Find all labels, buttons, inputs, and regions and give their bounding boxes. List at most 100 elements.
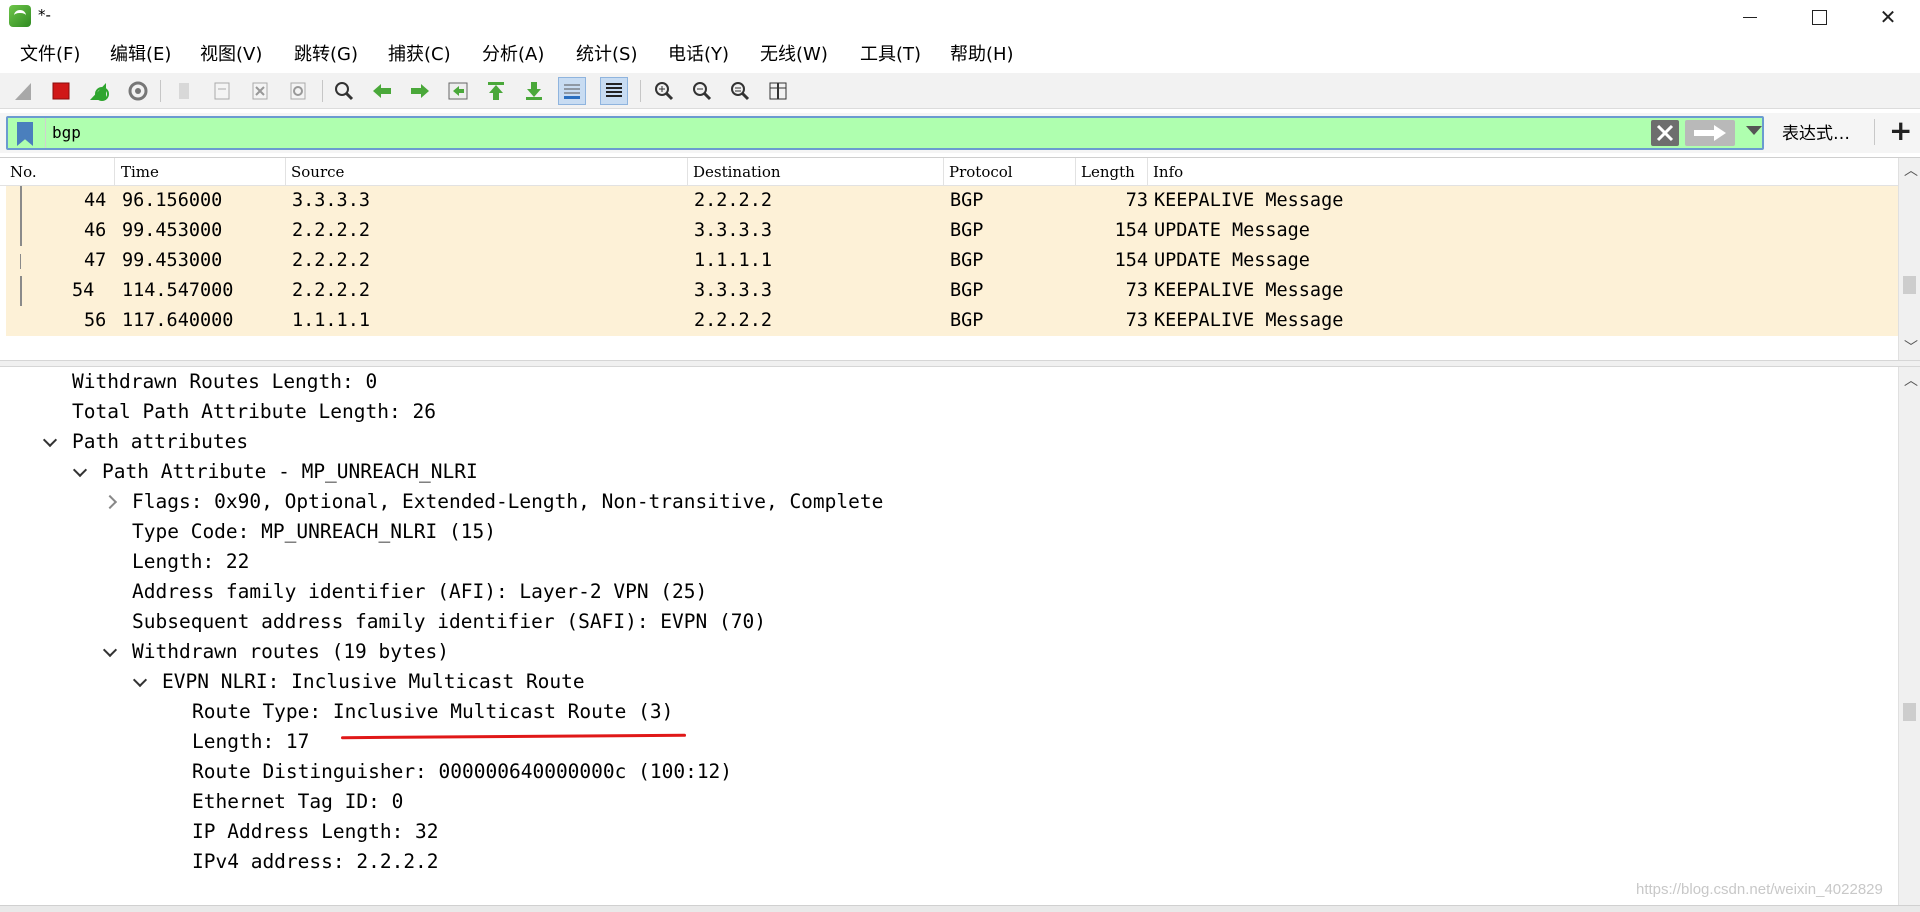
display-filter-field[interactable]: bgp xyxy=(6,116,1764,150)
detail-line[interactable]: Address family identifier (AFI): Layer-2… xyxy=(132,577,707,607)
zoom-out-button[interactable] xyxy=(688,77,716,105)
details-scrollbar[interactable]: ︿ xyxy=(1898,367,1920,905)
minimize-button[interactable] xyxy=(1715,0,1785,34)
close-file-button[interactable] xyxy=(246,77,274,105)
menu-file[interactable]: 文件(F) xyxy=(20,40,80,66)
menu-analyze[interactable]: 分析(A) xyxy=(482,40,544,66)
detail-line[interactable]: Length: 22 xyxy=(132,547,249,577)
chevron-right-icon[interactable] xyxy=(100,487,120,517)
first-packet-button[interactable] xyxy=(482,77,510,105)
start-capture-button[interactable] xyxy=(10,77,38,105)
detail-line[interactable]: EVPN NLRI: Inclusive Multicast Route xyxy=(162,667,585,697)
pane-splitter[interactable] xyxy=(0,360,1920,367)
detail-line[interactable]: Route Type: Inclusive Multicast Route (3… xyxy=(192,697,673,727)
packet-row[interactable]: 46 99.453000 2.2.2.2 3.3.3.3 BGP 154 UPD… xyxy=(6,216,1898,246)
chevron-down-icon[interactable] xyxy=(40,427,60,457)
packet-list-scrollbar[interactable]: ︿ ﹀ xyxy=(1898,158,1920,361)
menu-tools[interactable]: 工具(T) xyxy=(860,40,921,66)
menu-go[interactable]: 跳转(G) xyxy=(294,40,358,66)
packet-length: 154 xyxy=(1114,220,1148,241)
menu-view[interactable]: 视图(V) xyxy=(200,40,262,66)
auto-scroll-button[interactable] xyxy=(558,77,586,105)
maximize-button[interactable] xyxy=(1784,0,1854,34)
column-header-no[interactable]: No. xyxy=(5,158,115,186)
resize-columns-button[interactable] xyxy=(764,77,792,105)
packet-list-header: No. Time Source Destination Protocol Len… xyxy=(0,158,1898,186)
capture-options-button[interactable] xyxy=(124,77,152,105)
save-file-button[interactable] xyxy=(208,77,236,105)
reload-file-button[interactable] xyxy=(284,77,312,105)
detail-line[interactable]: Type Code: MP_UNREACH_NLRI (15) xyxy=(132,517,496,547)
bookmark-icon[interactable] xyxy=(17,122,33,146)
packet-row[interactable]: 56 117.640000 1.1.1.1 2.2.2.2 BGP 73 KEE… xyxy=(6,306,1898,336)
packet-row[interactable]: 47 99.453000 2.2.2.2 1.1.1.1 BGP 154 UPD… xyxy=(6,246,1898,276)
bottom-pane-edge xyxy=(0,905,1920,912)
detail-line[interactable]: Withdrawn routes (19 bytes) xyxy=(132,637,449,667)
menu-bar: 文件(F) 编辑(E) 视图(V) 跳转(G) 捕获(C) 分析(A) 统计(S… xyxy=(0,36,1920,68)
detail-line[interactable]: Withdrawn Routes Length: 0 xyxy=(72,367,377,397)
packet-destination: 2.2.2.2 xyxy=(694,310,772,331)
menu-statistics[interactable]: 统计(S) xyxy=(576,40,637,66)
menu-telephony[interactable]: 电话(Y) xyxy=(668,40,729,66)
column-header-destination[interactable]: Destination xyxy=(688,158,944,186)
stop-capture-button[interactable] xyxy=(47,77,75,105)
packet-source: 1.1.1.1 xyxy=(292,310,370,331)
normal-size-icon xyxy=(731,82,750,101)
menu-help[interactable]: 帮助(H) xyxy=(950,40,1014,66)
detail-line[interactable]: Path Attribute - MP_UNREACH_NLRI xyxy=(102,457,478,487)
last-packet-button[interactable] xyxy=(520,77,548,105)
go-forward-button[interactable] xyxy=(406,77,434,105)
chevron-down-icon[interactable] xyxy=(100,637,120,667)
find-packet-button[interactable] xyxy=(330,77,358,105)
filter-history-chevron-down-icon[interactable] xyxy=(1746,126,1762,135)
add-filter-button[interactable]: + xyxy=(1889,114,1912,147)
go-back-button[interactable] xyxy=(368,77,396,105)
restart-capture-button[interactable] xyxy=(85,77,113,105)
apply-filter-button[interactable] xyxy=(1685,120,1735,146)
detail-line[interactable]: Path attributes xyxy=(72,427,248,457)
detail-line[interactable]: Total Path Attribute Length: 26 xyxy=(72,397,436,427)
toolbar-separator xyxy=(640,80,641,102)
packet-row[interactable]: 44 96.156000 3.3.3.3 2.2.2.2 BGP 73 KEEP… xyxy=(6,186,1898,216)
detail-line[interactable]: Subsequent address family identifier (SA… xyxy=(132,607,766,637)
scrollbar-thumb[interactable] xyxy=(1903,276,1916,294)
scrollbar-thumb[interactable] xyxy=(1903,703,1916,721)
column-header-length[interactable]: Length xyxy=(1076,158,1148,186)
detail-line[interactable]: IP Address Length: 32 xyxy=(192,817,439,847)
detail-line[interactable]: IPv4 address: 2.2.2.2 xyxy=(192,847,439,877)
detail-line[interactable]: Flags: 0x90, Optional, Extended-Length, … xyxy=(132,487,883,517)
display-filter-input[interactable]: bgp xyxy=(45,118,1645,148)
close-button[interactable]: ✕ xyxy=(1853,0,1920,34)
menu-capture[interactable]: 捕获(C) xyxy=(388,40,451,66)
go-to-packet-button[interactable] xyxy=(444,77,472,105)
related-packet-line xyxy=(20,276,22,306)
related-packet-line xyxy=(20,216,22,246)
chevron-down-icon[interactable] xyxy=(130,667,150,697)
scroll-up-chevron-icon[interactable]: ︿ xyxy=(1904,374,1918,388)
packet-info: KEEPALIVE Message xyxy=(1154,310,1344,331)
menu-wireless[interactable]: 无线(W) xyxy=(760,40,828,66)
column-header-info[interactable]: Info xyxy=(1148,158,1898,186)
detail-line[interactable]: Route Distinguisher: 000000640000000c (1… xyxy=(192,757,732,787)
packet-protocol: BGP xyxy=(950,280,984,301)
packet-destination: 3.3.3.3 xyxy=(694,220,772,241)
column-header-source[interactable]: Source xyxy=(286,158,688,186)
window-title: *- xyxy=(38,6,51,24)
normal-size-button[interactable] xyxy=(726,77,754,105)
scroll-up-chevron-icon[interactable]: ︿ xyxy=(1904,164,1918,178)
scroll-down-chevron-icon[interactable]: ﹀ xyxy=(1904,341,1918,355)
packet-row[interactable]: 54 114.547000 2.2.2.2 3.3.3.3 BGP 73 KEE… xyxy=(6,276,1898,306)
expression-button[interactable]: 表达式… xyxy=(1782,119,1850,144)
column-header-protocol[interactable]: Protocol xyxy=(944,158,1076,186)
colorize-button[interactable] xyxy=(600,77,628,105)
chevron-down-icon[interactable] xyxy=(70,457,90,487)
menu-edit[interactable]: 编辑(E) xyxy=(110,40,171,66)
resize-columns-icon xyxy=(769,82,787,100)
detail-line[interactable]: Length: 17 xyxy=(192,727,309,757)
detail-line[interactable]: Ethernet Tag ID: 0 xyxy=(192,787,403,817)
column-header-time[interactable]: Time xyxy=(116,158,286,186)
packet-destination: 3.3.3.3 xyxy=(694,280,772,301)
open-file-button[interactable] xyxy=(170,77,198,105)
clear-filter-button[interactable] xyxy=(1651,120,1679,146)
zoom-in-button[interactable] xyxy=(650,77,678,105)
